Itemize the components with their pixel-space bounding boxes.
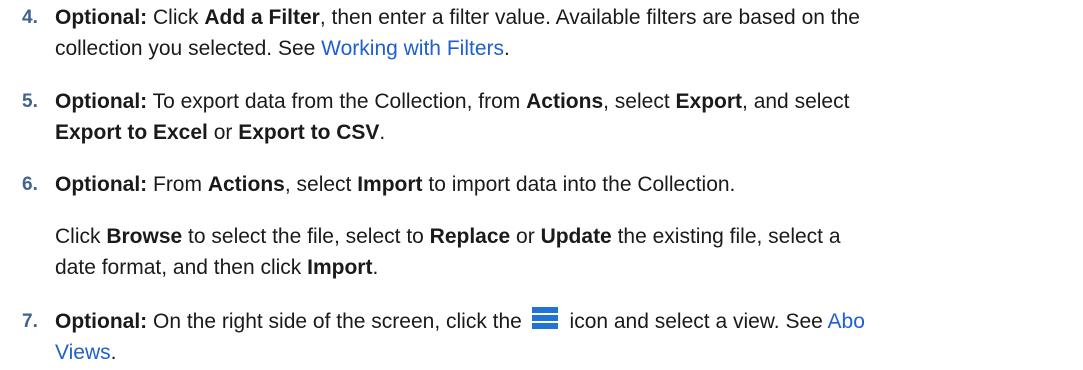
about-views-link-continued[interactable]: Views [55,341,111,364]
export-to-csv-label: Export to CSV [238,121,380,144]
browse-label: Browse [106,225,183,248]
actions-label: Actions [526,90,604,113]
step-number: 5. [22,91,38,112]
step-number: 7. [22,311,38,332]
step-number: 4. [22,7,38,28]
actions-label: Actions [207,173,285,196]
export-to-excel-label: Export to Excel [55,121,208,144]
optional-label: Optional: [55,173,148,196]
optional-label: Optional: [55,310,148,333]
optional-label: Optional: [55,6,148,29]
step-text: Optional: Click Add a Filter, then enter… [55,6,860,60]
step-text: Optional: On the right side of the scree… [55,306,1083,368]
update-label: Update [540,225,612,248]
about-views-link[interactable]: Abo [828,310,865,333]
optional-label: Optional: [55,90,148,113]
import-label: Import [307,256,373,279]
hamburger-menu-icon [531,307,558,329]
step-text: Click Browse to select the file, select … [55,225,841,279]
import-label: Import [357,173,423,196]
replace-label: Replace [429,225,511,248]
step-number: 6. [22,174,38,195]
add-filter-label: Add a Filter [204,6,320,29]
working-with-filters-link[interactable]: Working with Filters [321,37,504,60]
step-text: Optional: From Actions, select Import to… [55,173,736,196]
export-label: Export [675,90,743,113]
step-text: Optional: To export data from the Collec… [55,90,850,144]
